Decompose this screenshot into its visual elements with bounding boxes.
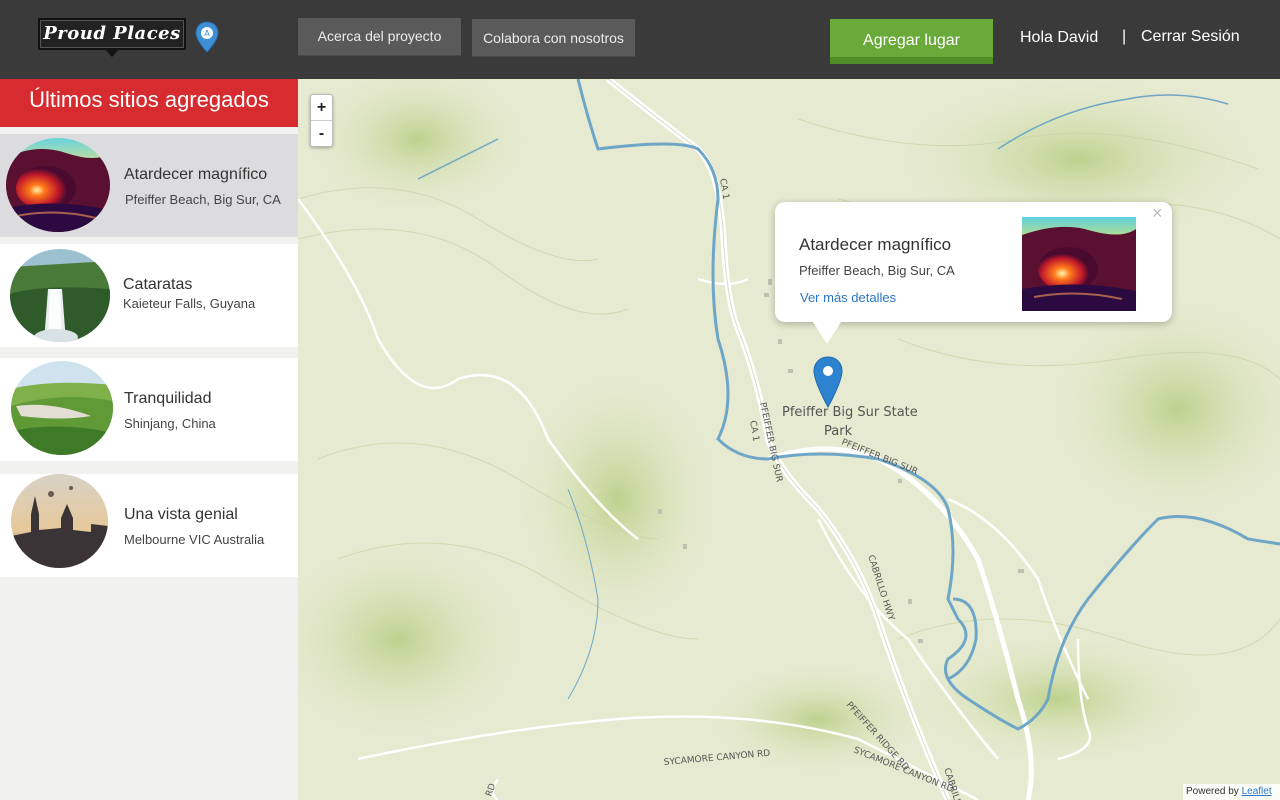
logo[interactable]: Proud Places (38, 18, 186, 57)
map-tiles: Pfeiffer Big Sur State Park PFEIFFER BIG… (298, 79, 1280, 800)
place-title: Una vista genial (124, 506, 238, 523)
map-attribution: Powered by Leaflet (1183, 784, 1280, 800)
collaborate-button[interactable]: Colabora con nosotros (472, 19, 635, 57)
place-thumbnail-meadow (11, 361, 113, 455)
place-thumbnail-sunset (6, 138, 110, 232)
add-place-button[interactable]: Agregar lugar (830, 19, 993, 64)
place-location: Shinjang, China (124, 416, 216, 431)
map-marker-icon[interactable] (813, 356, 843, 408)
popup-image (1022, 217, 1136, 311)
svg-text:A: A (204, 29, 210, 38)
place-location: Pfeiffer Beach, Big Sur, CA (125, 192, 281, 207)
zoom-in-button[interactable]: + (311, 95, 332, 121)
attribution-prefix: Powered by (1186, 786, 1239, 797)
logout-link[interactable]: Cerrar Sesión (1141, 28, 1240, 46)
popup-location: Pfeiffer Beach, Big Sur, CA (799, 263, 955, 278)
popup-close-icon[interactable]: × (1152, 203, 1163, 224)
attribution-leaflet-link[interactable]: Leaflet (1242, 786, 1272, 797)
zoom-out-button[interactable]: - (311, 121, 332, 147)
collaborate-label: Colabora con nosotros (483, 29, 624, 46)
popup-title: Atardecer magnífico (799, 235, 952, 254)
sidebar-title: Últimos sitios agregados (0, 79, 298, 127)
map-view[interactable]: Pfeiffer Big Sur State Park PFEIFFER BIG… (298, 79, 1280, 800)
top-bar: Proud Places A Acerca del proyecto Colab… (0, 0, 1280, 79)
user-greeting: Hola David (1020, 29, 1099, 46)
add-place-label: Agregar lugar (863, 32, 960, 49)
about-project-button[interactable]: Acerca del proyecto (298, 18, 461, 56)
place-location: Melbourne VIC Australia (124, 532, 265, 547)
sidebar: Últimos sitios agregados Atardecer magní… (0, 79, 298, 800)
place-title: Cataratas (123, 276, 193, 293)
map-label-park-line2: Park (824, 424, 853, 439)
place-item-vista-genial[interactable]: Una vista genial Melbourne VIC Australia (0, 474, 298, 577)
logo-text: Proud Places (43, 23, 181, 44)
place-item-cataratas[interactable]: Cataratas Kaieteur Falls, Guyana (0, 244, 298, 347)
place-item-tranquilidad[interactable]: Tranquilidad Shinjang, China (0, 358, 298, 461)
place-thumbnail-waterfall (10, 249, 110, 342)
place-item-atardecer[interactable]: Atardecer magnífico Pfeiffer Beach, Big … (0, 134, 298, 237)
sidebar-title-text: Últimos sitios agregados (29, 87, 269, 112)
about-project-label: Acerca del proyecto (317, 28, 442, 44)
place-title: Tranquilidad (124, 390, 212, 407)
map-pin-logo-icon: A (195, 21, 219, 53)
header-separator: | (1122, 28, 1127, 45)
map-popup: × Atardecer magnífico Pfeiffer Beach, Bi… (775, 202, 1172, 344)
place-title: Atardecer magnífico (124, 166, 268, 183)
place-location: Kaieteur Falls, Guyana (123, 296, 256, 311)
zoom-control: + - (310, 94, 333, 147)
map-label-park: Pfeiffer Big Sur State (782, 405, 918, 420)
place-thumbnail-city (11, 474, 108, 568)
popup-details-link[interactable]: Ver más detalles (800, 290, 896, 305)
